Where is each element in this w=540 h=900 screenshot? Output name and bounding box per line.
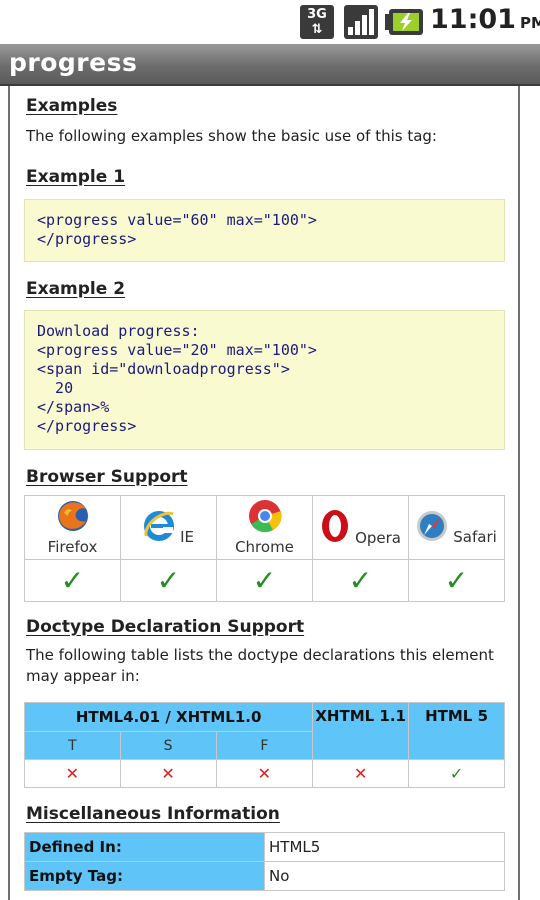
browser-cell-chrome: Chrome (216, 495, 313, 560)
browser-label-chrome: Chrome (235, 538, 294, 556)
browser-icons-row: Firefox IE Chrome Opera Safari (24, 495, 505, 560)
example2-code: Download progress: <progress value="20" … (24, 310, 505, 450)
doctype-val-f: ✕ (215, 759, 314, 788)
status-bar: 3G ⇅ 11:01 PM (0, 0, 540, 44)
checkmark-icon: ✓ (449, 764, 464, 783)
misc-heading: Miscellaneous Information (26, 804, 280, 824)
check-opera: ✓ (312, 559, 409, 602)
cross-icon: ✕ (161, 764, 175, 783)
misc-value-empty-tag: No (264, 861, 505, 891)
doctype-header-html4: HTML4.01 / XHTML1.0 (23, 702, 314, 732)
opera-icon (321, 509, 348, 542)
check-safari: ✓ (408, 559, 505, 602)
firefox-icon (57, 501, 88, 531)
example1-code: <progress value="60" max="100"> </progre… (24, 199, 505, 262)
doctype-intro-line2: may appear in: (26, 667, 140, 685)
doctype-header-html5: HTML 5 (408, 702, 505, 760)
doctype-sub-s: S (119, 731, 217, 760)
misc-key-empty-tag: Empty Tag: (24, 861, 265, 891)
doctype-header-xhtml11: XHTML 1.1 (312, 702, 410, 760)
check-firefox: ✓ (24, 559, 121, 602)
browser-support-heading: Browser Support (26, 467, 188, 487)
checkmark-icon: ✓ (348, 564, 373, 597)
misc-table: Defined In: HTML5 Empty Tag: No (24, 832, 505, 891)
misc-row: Empty Tag: No (24, 861, 505, 891)
content-scroll-area[interactable]: Examples The following examples show the… (8, 86, 520, 900)
examples-intro: The following examples show the basic us… (26, 127, 437, 145)
doctype-sub-f: F (215, 731, 314, 760)
checkmark-icon: ✓ (252, 564, 277, 597)
doctype-val-xhtml11: ✕ (312, 759, 410, 788)
network-3g-icon: 3G ⇅ (300, 5, 334, 39)
checkmark-icon: ✓ (444, 564, 469, 597)
doctype-intro-line1: The following table lists the doctype de… (26, 646, 494, 664)
doctype-val-s: ✕ (119, 759, 217, 788)
checkmark-icon: ✓ (60, 564, 85, 597)
example2-heading: Example 2 (26, 279, 126, 299)
safari-icon (417, 510, 448, 541)
misc-key-defined-in: Defined In: (24, 832, 265, 862)
misc-row: Defined In: HTML5 (24, 832, 505, 862)
doctype-header-row: HTML4.01 / XHTML1.0 XHTML 1.1 HTML 5 (23, 702, 505, 760)
ie-icon (144, 510, 174, 541)
browser-label-opera: Opera (355, 528, 401, 547)
doctype-val-html5: ✓ (408, 759, 505, 788)
examples-heading: Examples (26, 96, 118, 116)
cross-icon: ✕ (257, 764, 272, 783)
doctype-values-row: ✕ ✕ ✕ ✕ ✓ (24, 759, 505, 788)
checkmark-icon: ✓ (156, 564, 181, 597)
title-bar: progress (0, 44, 540, 86)
cross-icon: ✕ (353, 764, 368, 783)
doctype-sub-t: T (24, 731, 121, 760)
check-chrome: ✓ (216, 559, 313, 602)
check-ie: ✓ (120, 559, 217, 602)
browser-cell-opera: Opera (312, 495, 409, 560)
browser-cell-firefox: Firefox (24, 495, 121, 560)
clock-time: 11:01 (430, 4, 516, 35)
example1-heading: Example 1 (26, 167, 126, 187)
doctype-val-t: ✕ (24, 759, 121, 788)
clock: 11:01 PM (430, 4, 540, 35)
browser-checks-row: ✓ ✓ ✓ ✓ ✓ (24, 559, 505, 602)
doctype-heading: Doctype Declaration Support (26, 617, 305, 637)
clock-ampm: PM (519, 14, 540, 32)
browser-cell-safari: Safari (408, 495, 505, 560)
browser-support-table: Firefox IE Chrome Opera Safari ✓ ✓ ✓ ✓ ✓ (24, 495, 505, 602)
chrome-icon (248, 500, 282, 533)
doctype-table: HTML4.01 / XHTML1.0 XHTML 1.1 HTML 5 T S… (23, 702, 505, 788)
cross-icon: ✕ (65, 764, 80, 783)
page-title: progress (9, 48, 138, 77)
browser-label-safari: Safari (453, 527, 497, 546)
browser-label-firefox: Firefox (47, 538, 98, 556)
browser-cell-ie: IE (120, 495, 217, 560)
network-label: 3G (307, 7, 327, 22)
browser-label-ie: IE (180, 527, 194, 546)
battery-charging-icon (385, 9, 423, 35)
signal-strength-icon (344, 5, 378, 39)
misc-value-defined-in: HTML5 (264, 832, 505, 862)
